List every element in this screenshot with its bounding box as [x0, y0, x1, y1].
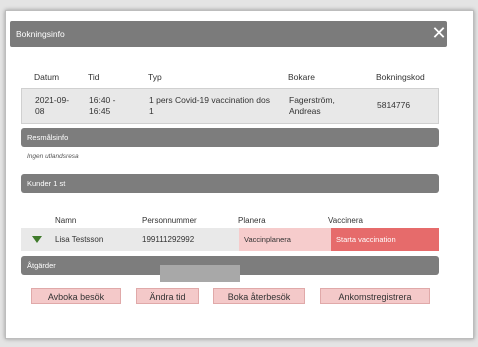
customers-table-header: Namn Personnummer Planera Vaccinera	[21, 213, 439, 227]
travel-note: Ingen utlandsresa	[27, 153, 79, 160]
actions-section-title: Åtgärder	[27, 261, 56, 270]
book-revisit-button[interactable]: Boka återbesök	[213, 288, 305, 304]
booking-type-1: 1 pers Covid-19 vaccination dos	[149, 95, 270, 105]
booking-code: 5814776	[377, 100, 411, 110]
redacted-area	[160, 265, 240, 282]
travel-section-title: Resmålsinfo	[27, 133, 69, 142]
booking-date-2: 08	[35, 106, 45, 116]
dialog-content: Datum Tid Typ Bokare Bokningskod 2021-09…	[21, 47, 439, 322]
dialog-titlebar: Bokningsinfo ✕	[10, 21, 447, 47]
col-datum: Datum	[34, 72, 60, 82]
customer-name: Lisa Testsson	[55, 235, 104, 244]
col-bokningskod: Bokningskod	[376, 72, 425, 82]
expand-triangle-icon[interactable]	[32, 236, 42, 243]
customers-section-header: Kunder 1 st	[21, 174, 439, 193]
booking-date-1: 2021-09-	[35, 95, 70, 105]
booking-type-2: 1	[149, 106, 154, 116]
booking-booker-2: Andreas	[289, 106, 321, 116]
customer-personnummer: 199111292992	[142, 235, 195, 244]
close-icon[interactable]: ✕	[429, 23, 449, 43]
travel-section-header: Resmålsinfo	[21, 128, 439, 147]
col-typ: Typ	[148, 72, 162, 82]
booking-row: 2021-09- 08 16:40 - 16:45 1 pers Covid-1…	[21, 88, 439, 124]
col-namn: Namn	[55, 216, 77, 225]
booking-time-1: 16:40 -	[89, 95, 116, 105]
col-vaccinera: Vaccinera	[328, 216, 363, 225]
booking-booker-1: Fagerström,	[289, 95, 335, 105]
dialog-title: Bokningsinfo	[16, 29, 65, 39]
cancel-visit-button[interactable]: Avboka besök	[31, 288, 121, 304]
booking-time-2: 16:45	[89, 106, 111, 116]
col-tid: Tid	[88, 72, 100, 82]
customer-row: Lisa Testsson 199111292992 Vaccinplanera…	[21, 228, 439, 251]
vaccinplanera-button[interactable]: Vaccinplanera	[239, 228, 331, 251]
col-planera: Planera	[238, 216, 266, 225]
col-personnummer: Personnummer	[142, 216, 197, 225]
booking-table-header: Datum Tid Typ Bokare Bokningskod	[21, 72, 439, 88]
register-arrival-button[interactable]: Ankomstregistrera	[320, 288, 430, 304]
customers-section-title: Kunder 1 st	[27, 179, 66, 188]
change-time-button[interactable]: Ändra tid	[136, 288, 199, 304]
col-bokare: Bokare	[288, 72, 315, 82]
start-vaccination-button[interactable]: Starta vaccination	[331, 228, 439, 251]
